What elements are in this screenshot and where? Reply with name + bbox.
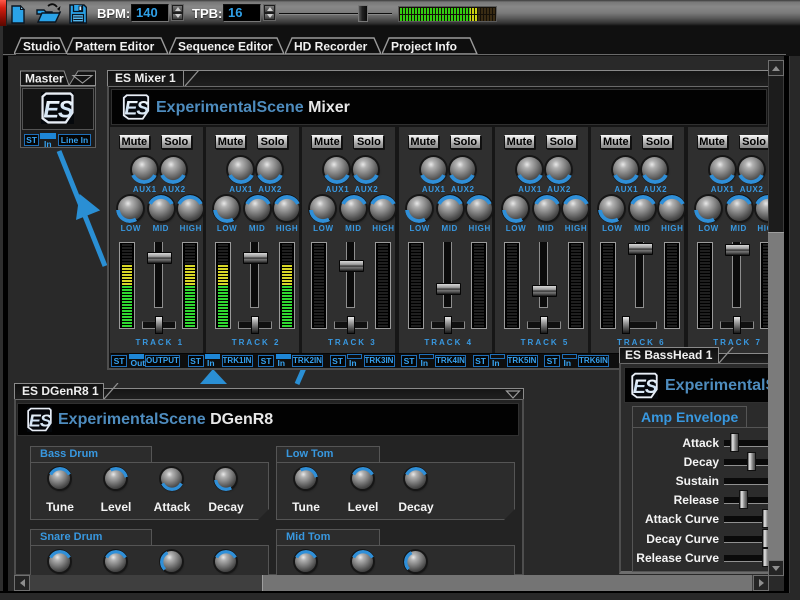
svg-text:ES: ES	[633, 376, 658, 398]
svg-text:ES: ES	[29, 411, 52, 431]
svg-text:ES: ES	[124, 99, 149, 120]
svg-text:ES: ES	[43, 97, 74, 123]
svg-text:Master: Master	[25, 72, 64, 86]
